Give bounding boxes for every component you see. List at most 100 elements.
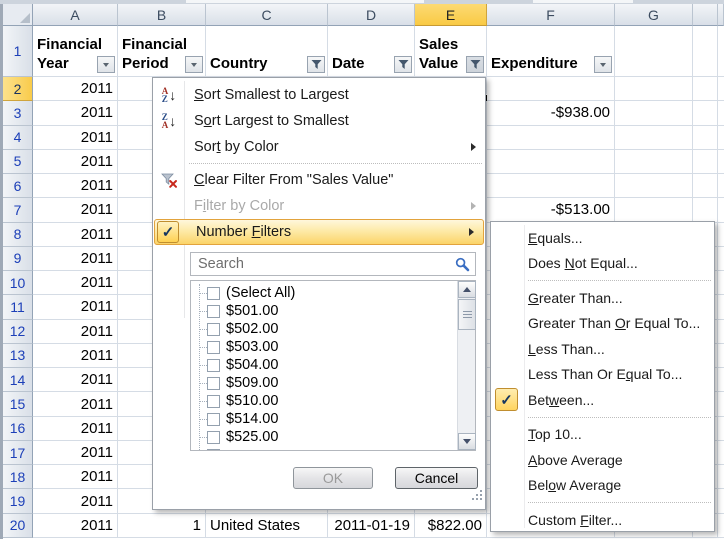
cell-x82[interactable]	[718, 77, 724, 101]
filter-value-partial[interactable]	[191, 446, 456, 450]
cell-A20[interactable]: 2011	[33, 514, 118, 538]
cell-A17[interactable]: 2011	[33, 441, 118, 465]
cell-x815[interactable]	[718, 392, 724, 416]
cell-x88[interactable]	[718, 223, 724, 247]
cell-x81[interactable]	[718, 26, 724, 77]
cell-A11[interactable]: 2011	[33, 295, 118, 319]
filter-value-514-00[interactable]: $514.00	[191, 410, 456, 428]
cell-A6[interactable]: 2011	[33, 174, 118, 198]
cell-A16[interactable]: 2011	[33, 417, 118, 441]
cell-G1[interactable]	[615, 26, 693, 77]
cell-F1[interactable]: Expenditure	[487, 26, 615, 77]
cell-A5[interactable]: 2011	[33, 150, 118, 174]
row-header-13[interactable]: 13	[3, 344, 33, 368]
row-header-18[interactable]: 18	[3, 465, 33, 489]
filter-button-sales-value[interactable]	[466, 56, 484, 73]
select-all-corner[interactable]	[3, 4, 33, 26]
scroll-up-button[interactable]	[458, 281, 476, 298]
submenu-item-below-average[interactable]: Below Average	[491, 473, 714, 499]
cell-A19[interactable]: 2011	[33, 489, 118, 513]
cell-x819[interactable]	[718, 489, 724, 513]
cell-x71[interactable]	[693, 26, 718, 77]
filter-button-date[interactable]	[394, 56, 412, 73]
cell-B20[interactable]: 1	[118, 514, 206, 538]
cell-C1[interactable]: Country	[206, 26, 328, 77]
cell-A18[interactable]: 2011	[33, 465, 118, 489]
filter-value-509-00[interactable]: $509.00	[191, 374, 456, 392]
filter-value-select-all[interactable]: (Select All)	[191, 284, 456, 302]
cell-x84[interactable]	[718, 126, 724, 150]
cell-G2[interactable]	[615, 77, 693, 101]
cell-D1[interactable]: Date	[328, 26, 415, 77]
cell-x72[interactable]	[693, 77, 718, 101]
submenu-item-does-not-equal[interactable]: Does Not Equal...	[491, 251, 714, 277]
cell-x87[interactable]	[718, 198, 724, 222]
cell-F4[interactable]	[487, 126, 615, 150]
cell-A3[interactable]: 2011	[33, 101, 118, 125]
cell-x85[interactable]	[718, 150, 724, 174]
column-header-C[interactable]: C	[206, 4, 328, 26]
cell-x810[interactable]	[718, 271, 724, 295]
resize-grip[interactable]	[470, 489, 483, 507]
cell-C20[interactable]: United States	[206, 514, 328, 538]
row-header-10[interactable]: 10	[3, 271, 33, 295]
cell-x73[interactable]	[693, 101, 718, 125]
menu-item-clear-filter[interactable]: Clear Filter From "Sales Value"	[153, 167, 485, 193]
row-header-3[interactable]: 3	[3, 101, 33, 125]
cell-E20[interactable]: $822.00	[415, 514, 487, 538]
row-header-2[interactable]: 2	[3, 77, 33, 101]
menu-item-number-filters[interactable]: ✓Number Filters	[154, 219, 484, 245]
checkbox-icon[interactable]	[207, 341, 220, 354]
cell-F7[interactable]: -$513.00	[487, 198, 615, 222]
row-header-4[interactable]: 4	[3, 126, 33, 150]
submenu-item-custom-filter[interactable]: Custom Filter...	[491, 507, 714, 533]
row-header-19[interactable]: 19	[3, 489, 33, 513]
cell-x75[interactable]	[693, 150, 718, 174]
cell-F5[interactable]	[487, 150, 615, 174]
checkbox-icon[interactable]	[207, 449, 220, 451]
cell-A10[interactable]: 2011	[33, 271, 118, 295]
filter-value-501-00[interactable]: $501.00	[191, 302, 456, 320]
cell-A8[interactable]: 2011	[33, 223, 118, 247]
filter-value-525-00[interactable]: $525.00	[191, 428, 456, 446]
filter-button-financial-period[interactable]	[185, 56, 203, 73]
column-header-B[interactable]: B	[118, 4, 206, 26]
cell-G4[interactable]	[615, 126, 693, 150]
filter-button-financial-year[interactable]	[97, 56, 115, 73]
checkbox-icon[interactable]	[207, 431, 220, 444]
cell-A13[interactable]: 2011	[33, 344, 118, 368]
row-header-20[interactable]: 20	[3, 514, 33, 538]
cell-D20[interactable]: 2011-01-19	[328, 514, 415, 538]
cell-F2[interactable]	[487, 77, 615, 101]
checkbox-icon[interactable]	[207, 323, 220, 336]
checkbox-icon[interactable]	[207, 395, 220, 408]
column-header-F[interactable]: F	[487, 4, 615, 26]
cell-A1[interactable]: FinancialYear	[33, 26, 118, 77]
cell-A14[interactable]: 2011	[33, 368, 118, 392]
filter-value-510-00[interactable]: $510.00	[191, 392, 456, 410]
row-header-15[interactable]: 15	[3, 392, 33, 416]
filter-value-502-00[interactable]: $502.00	[191, 320, 456, 338]
cell-x83[interactable]	[718, 101, 724, 125]
cell-x74[interactable]	[693, 126, 718, 150]
cell-x77[interactable]	[693, 198, 718, 222]
submenu-item-less-than-or-equal-to[interactable]: Less Than Or Equal To...	[491, 362, 714, 388]
cell-x817[interactable]	[718, 441, 724, 465]
submenu-item-top-10[interactable]: Top 10...	[491, 422, 714, 448]
cell-G5[interactable]	[615, 150, 693, 174]
cell-A15[interactable]: 2011	[33, 392, 118, 416]
cell-G3[interactable]	[615, 101, 693, 125]
row-header-12[interactable]: 12	[3, 320, 33, 344]
column-header-E[interactable]: E	[415, 4, 487, 26]
cell-G7[interactable]	[615, 198, 693, 222]
row-header-7[interactable]: 7	[3, 198, 33, 222]
filter-value-504-00[interactable]: $504.00	[191, 356, 456, 374]
cell-x814[interactable]	[718, 368, 724, 392]
menu-item-sort-largest-to-smallest[interactable]: ZA↓Sort Largest to Smallest	[153, 108, 485, 134]
scroll-down-button[interactable]	[458, 433, 476, 450]
menu-item-sort-by-color[interactable]: Sort by Color	[153, 134, 485, 160]
cancel-button[interactable]: Cancel	[395, 467, 478, 489]
row-header-16[interactable]: 16	[3, 417, 33, 441]
column-header-G[interactable]: G	[615, 4, 693, 26]
cell-A7[interactable]: 2011	[33, 198, 118, 222]
